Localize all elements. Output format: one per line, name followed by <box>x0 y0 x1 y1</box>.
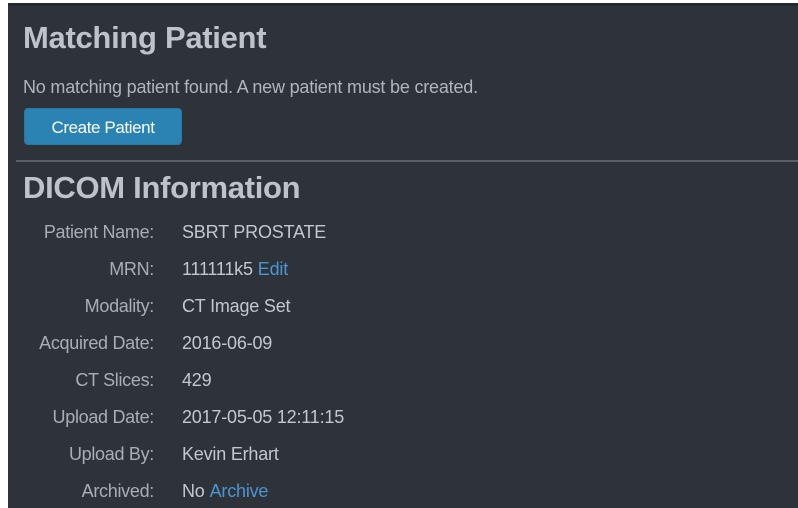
archive-link[interactable]: Archive <box>210 481 269 501</box>
patient-match-panel: Matching Patient No matching patient fou… <box>8 6 798 508</box>
patient-name-label: Patient Name: <box>43 222 154 242</box>
modality-row: Modality: CT Image Set <box>8 293 798 319</box>
edit-mrn-link[interactable]: Edit <box>258 259 288 279</box>
mrn-row: MRN: 111111k5 Edit <box>8 256 798 282</box>
archived-label: Archived: <box>81 481 155 501</box>
ct-slices-value: 429 <box>182 370 212 390</box>
archived-value-group: No Archive <box>182 478 268 504</box>
archived-value: No <box>182 481 205 501</box>
modality-label: Modality: <box>84 296 155 316</box>
acquired-date-label: Acquired Date: <box>39 333 154 353</box>
matching-patient-title: Matching Patient <box>23 20 267 55</box>
no-match-message: No matching patient found. A new patient… <box>23 77 478 97</box>
patient-name-value: SBRT PROSTATE <box>182 222 327 242</box>
mrn-value: 111111k5 <box>182 259 253 279</box>
patient-name-row: Patient Name: SBRT PROSTATE <box>8 219 798 245</box>
section-divider <box>16 160 798 162</box>
acquired-date-value: 2016-06-09 <box>182 333 273 353</box>
dicom-information-title: DICOM Information <box>23 170 301 205</box>
upload-date-value: 2017-05-05 12:11:15 <box>182 407 345 427</box>
mrn-value-group: 111111k5 Edit <box>182 256 288 282</box>
upload-by-row: Upload By: Kevin Erhart <box>8 441 798 467</box>
ct-slices-row: CT Slices: 429 <box>8 367 798 393</box>
create-patient-button[interactable]: Create Patient <box>24 108 182 145</box>
upload-by-label: Upload By: <box>68 444 154 464</box>
upload-date-row: Upload Date: 2017-05-05 12:11:15 <box>8 404 798 430</box>
mrn-label: MRN: <box>109 259 154 279</box>
archived-row: Archived: No Archive <box>8 478 798 504</box>
acquired-date-row: Acquired Date: 2016-06-09 <box>8 330 798 356</box>
ct-slices-label: CT Slices: <box>75 370 154 390</box>
modality-value: CT Image Set <box>182 296 291 316</box>
upload-by-value: Kevin Erhart <box>182 444 279 464</box>
upload-date-label: Upload Date: <box>52 407 155 427</box>
